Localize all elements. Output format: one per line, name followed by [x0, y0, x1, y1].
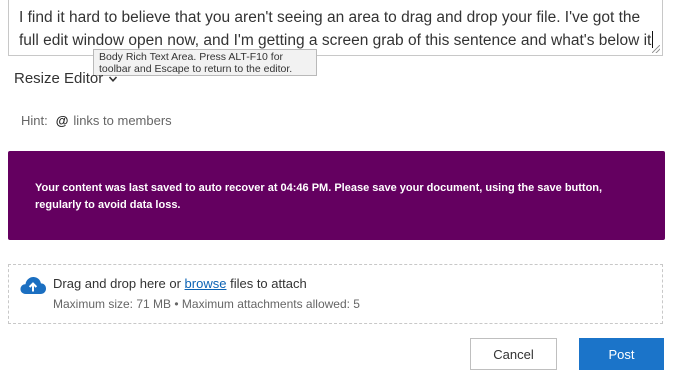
cloud-upload-icon	[20, 276, 47, 294]
cancel-label: Cancel	[493, 346, 534, 362]
dropzone-prefix: Drag and drop here or	[53, 276, 181, 291]
post-label: Post	[608, 346, 635, 362]
resize-editor-label: Resize Editor	[14, 70, 104, 87]
editor-content[interactable]: I find it hard to believe that you aren'…	[19, 6, 659, 52]
attachment-limits: Maximum size: 71 MB • Maximum attachment…	[53, 297, 360, 311]
autosave-message: Your content was last saved to auto reco…	[35, 182, 603, 211]
browse-link[interactable]: browse	[185, 276, 227, 291]
dropzone-instructions: Drag and drop here or browse files to at…	[53, 276, 307, 291]
dropzone-suffix: files to attach	[230, 276, 307, 291]
at-symbol: @	[55, 113, 69, 128]
resize-handle[interactable]	[652, 45, 660, 53]
hint-label: Hint:	[21, 113, 48, 128]
cancel-button[interactable]: Cancel	[470, 338, 557, 370]
hint: Hint: @ links to members	[21, 113, 172, 128]
body-rich-text-area[interactable]: I find it hard to believe that you aren'…	[8, 0, 663, 56]
chevron-down-icon	[109, 75, 118, 82]
editor-tooltip: Body Rich Text Area. Press ALT-F10 for t…	[93, 49, 317, 76]
hint-text: links to members	[73, 113, 172, 128]
post-button[interactable]: Post	[579, 338, 664, 370]
attachment-dropzone[interactable]: Drag and drop here or browse files to at…	[8, 264, 663, 324]
tooltip-text: Body Rich Text Area. Press ALT-F10 for t…	[99, 51, 293, 75]
resize-editor-toggle[interactable]: Resize Editor	[14, 70, 118, 87]
autosave-banner: Your content was last saved to auto reco…	[8, 151, 665, 240]
editor-text: I find it hard to believe that you aren'…	[19, 9, 652, 49]
